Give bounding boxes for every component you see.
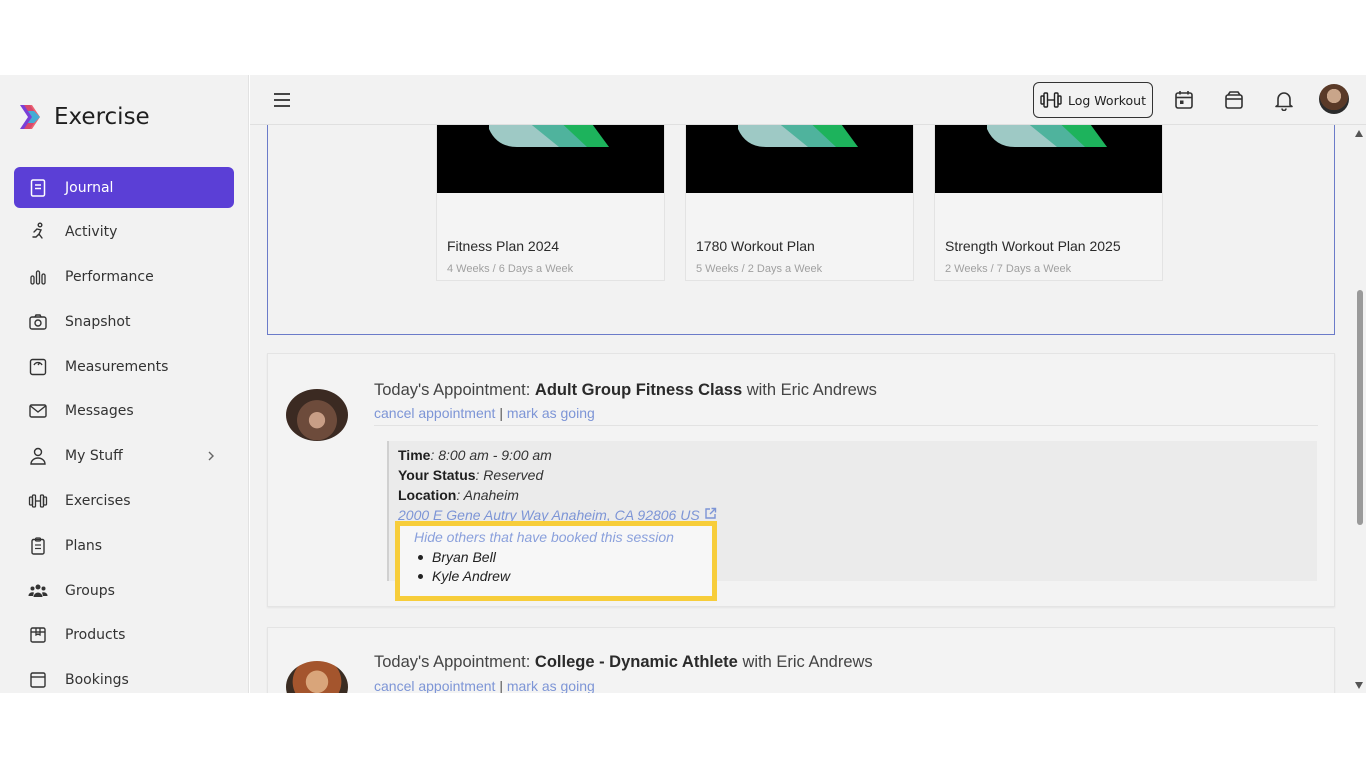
appointment-class-name: College - Dynamic Athlete (534, 653, 738, 671)
appointment-location: Location: Anaheim (398, 487, 519, 503)
scale-icon (29, 358, 47, 375)
plan-logo-image (489, 125, 609, 147)
sidebar-item-groups[interactable]: Groups (14, 570, 234, 611)
log-workout-label: Log Workout (1068, 92, 1146, 108)
external-link-icon[interactable] (704, 507, 717, 520)
booked-others-highlight: Hide others that have booked this sessio… (395, 521, 717, 601)
bar-chart-icon (30, 270, 46, 285)
app-title: Exercise (54, 104, 150, 130)
booking-icon (30, 672, 46, 688)
appointment-heading: Today's Appointment: Adult Group Fitness… (374, 381, 877, 399)
sidebar-item-label: My Stuff (65, 448, 123, 465)
scroll-down-arrow[interactable] (1355, 682, 1363, 689)
appointment-time: Time: 8:00 am - 9:00 am (398, 447, 552, 463)
sidebar-item-my-stuff[interactable]: My Stuff (14, 436, 234, 477)
plan-card[interactable]: 1780 Workout Plan 5 Weeks / 2 Days a Wee… (685, 125, 914, 281)
top-bar: Log Workout (250, 75, 1366, 125)
sidebar-item-plans[interactable]: Plans (14, 525, 234, 566)
app-window: Exercise Journal Activity Performance Sn… (0, 75, 1366, 693)
bell-icon[interactable] (1273, 89, 1295, 111)
cancel-appointment-link[interactable]: cancel appointment (374, 405, 495, 421)
sidebar-item-label: Products (65, 627, 126, 644)
user-icon (30, 448, 46, 465)
user-avatar[interactable] (1319, 84, 1349, 114)
class-avatar (286, 389, 348, 441)
sidebar-item-performance[interactable]: Performance (14, 257, 234, 298)
sidebar-item-measurements[interactable]: Measurements (14, 346, 234, 387)
running-icon (32, 222, 43, 239)
sidebar-item-label: Performance (65, 269, 154, 286)
appointment-actions: cancel appointment | mark as going (374, 405, 595, 421)
chevron-right-icon (208, 451, 214, 461)
dumbbell-icon (1040, 92, 1062, 108)
main-content: Fitness Plan 2024 4 Weeks / 6 Days a Wee… (250, 125, 1353, 693)
brand[interactable]: Exercise (16, 103, 150, 131)
envelope-icon (29, 404, 47, 419)
sidebar-item-label: Messages (65, 403, 134, 420)
log-workout-button[interactable]: Log Workout (1033, 82, 1153, 118)
dumbbell-icon (28, 494, 48, 508)
clipboard-icon (31, 537, 45, 555)
sidebar-item-products[interactable]: Products (14, 615, 234, 656)
cancel-appointment-link[interactable]: cancel appointment (374, 678, 495, 693)
appointment-card: Today's Appointment: Adult Group Fitness… (267, 353, 1335, 607)
plan-title: Strength Workout Plan 2025 (945, 238, 1121, 254)
plan-title: Fitness Plan 2024 (447, 238, 560, 254)
sidebar-item-label: Exercises (65, 493, 131, 510)
box-icon (30, 627, 46, 644)
mark-as-going-link[interactable]: mark as going (507, 678, 595, 693)
appointment-status: Your Status: Reserved (398, 467, 544, 483)
store-icon[interactable] (1223, 89, 1245, 111)
appointment-heading: Today's Appointment: College - Dynamic A… (374, 653, 873, 671)
plan-subtitle: 2 Weeks / 7 Days a Week (945, 263, 1072, 275)
sidebar-item-journal[interactable]: Journal (14, 167, 234, 208)
plans-panel: Fitness Plan 2024 4 Weeks / 6 Days a Wee… (267, 125, 1335, 335)
sidebar-item-snapshot[interactable]: Snapshot (14, 301, 234, 342)
plan-title: 1780 Workout Plan (696, 238, 815, 254)
group-icon (28, 584, 48, 597)
camera-icon (29, 314, 47, 330)
sidebar-item-exercises[interactable]: Exercises (14, 481, 234, 522)
sidebar-item-label: Activity (65, 224, 118, 241)
plan-logo-image (987, 125, 1107, 147)
hide-others-link[interactable]: Hide others that have booked this sessio… (414, 529, 674, 545)
sidebar-item-activity[interactable]: Activity (14, 212, 234, 253)
journal-icon (30, 178, 46, 197)
sidebar-item-label: Journal (65, 179, 114, 196)
plan-subtitle: 4 Weeks / 6 Days a Week (447, 263, 574, 275)
sidebar-item-bookings[interactable]: Bookings (14, 660, 234, 693)
booked-others-list: Bryan Bell Kyle Andrew (414, 548, 510, 586)
sidebar-item-label: Measurements (65, 358, 169, 375)
plan-subtitle: 5 Weeks / 2 Days a Week (696, 263, 823, 275)
appointment-class-name: Adult Group Fitness Class (534, 381, 743, 399)
plan-logo-image (738, 125, 858, 147)
appointment-actions: cancel appointment | mark as going (374, 678, 595, 693)
sidebar-item-messages[interactable]: Messages (14, 391, 234, 432)
plan-card[interactable]: Strength Workout Plan 2025 2 Weeks / 7 D… (934, 125, 1163, 281)
plan-thumbnail (437, 125, 664, 193)
divider (374, 425, 1318, 426)
sidebar-nav: Journal Activity Performance Snapshot Me… (14, 167, 234, 693)
list-item: Bryan Bell (414, 548, 510, 567)
exercise-logo-icon (20, 105, 40, 129)
sidebar-item-label: Plans (65, 537, 103, 554)
class-avatar (286, 661, 348, 693)
scroll-thumb[interactable] (1357, 290, 1363, 525)
appointment-card: Today's Appointment: College - Dynamic A… (267, 627, 1335, 693)
sidebar-item-label: Bookings (65, 672, 129, 689)
plan-thumbnail (935, 125, 1162, 193)
sidebar: Exercise Journal Activity Performance Sn… (0, 75, 249, 693)
hamburger-menu-icon[interactable] (272, 90, 292, 110)
sidebar-item-label: Snapshot (65, 313, 131, 330)
plan-thumbnail (686, 125, 913, 193)
plan-card[interactable]: Fitness Plan 2024 4 Weeks / 6 Days a Wee… (436, 125, 665, 281)
calendar-icon[interactable] (1173, 89, 1195, 111)
scroll-up-arrow[interactable] (1355, 130, 1363, 137)
sidebar-item-label: Groups (65, 582, 115, 599)
mark-as-going-link[interactable]: mark as going (507, 405, 595, 421)
list-item: Kyle Andrew (414, 567, 510, 586)
scrollbar[interactable] (1353, 125, 1366, 693)
